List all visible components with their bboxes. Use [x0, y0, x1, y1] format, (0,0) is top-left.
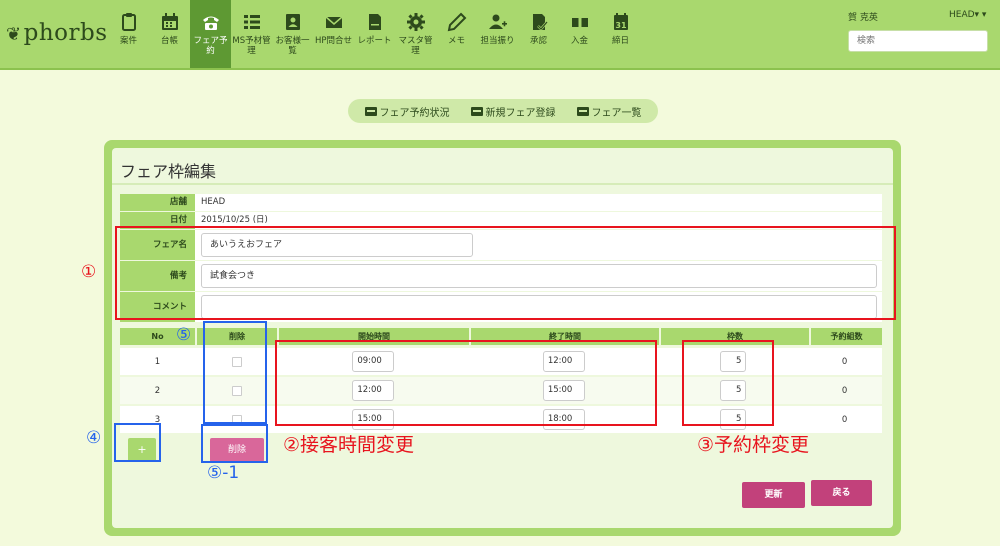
nav-label: 入金 [570, 36, 588, 46]
nav-label: マスタ管理 [398, 36, 433, 56]
sub-nav: フェア予約状況 新規フェア登録 フェア一覧 [348, 99, 658, 123]
col-reserved: 予約組数 [811, 328, 882, 345]
subnav-label: フェア予約状況 [379, 107, 450, 119]
reserved-count: 0 [841, 385, 848, 396]
phone-icon [201, 10, 221, 34]
reserved-count: 0 [841, 414, 848, 425]
nav-item-ms-material[interactable]: MS予材管理 [231, 0, 272, 68]
nav-item-closing-date[interactable]: 31 締日 [600, 0, 641, 68]
calendar-icon [160, 10, 180, 34]
nav-label: 担当振り [480, 36, 515, 46]
nav-label: 締日 [611, 36, 629, 46]
annotation-box-1 [115, 226, 896, 320]
search-input[interactable] [848, 30, 988, 52]
document-icon [365, 10, 385, 34]
page-title: フェア枠編集 [120, 162, 217, 181]
nav-item-customers[interactable]: お客様一覧 [272, 0, 313, 68]
svg-text:31: 31 [615, 21, 627, 30]
card-icon [576, 106, 589, 116]
nav-item-fair-reservation[interactable]: フェア予約 [190, 0, 231, 68]
nav-label: 承認 [529, 36, 547, 46]
annotation-box-4 [114, 423, 161, 462]
nav-item-report[interactable]: レポート [354, 0, 395, 68]
pencil-icon [447, 10, 467, 34]
store-value: HEAD [195, 194, 882, 211]
update-button[interactable]: 更新 [742, 482, 805, 508]
subnav-label: フェア一覧 [591, 107, 642, 119]
user-menu-dropdown[interactable]: HEAD▾ ▾ [949, 10, 986, 20]
annotation-label-4: ④ [86, 428, 102, 448]
logo[interactable]: ❦phorbs [6, 20, 108, 46]
row-no: 2 [154, 385, 161, 396]
nav-item-case[interactable]: 案件 [108, 0, 149, 68]
contact-card-icon [283, 10, 303, 34]
nav-label: お客様一覧 [275, 36, 310, 56]
nav-label: メモ [447, 36, 465, 46]
gear-icon [406, 10, 426, 34]
annotation-label-1: ① [81, 262, 97, 282]
annotation-label-5: ⑤ [176, 325, 192, 345]
calendar-day-icon: 31 [611, 10, 631, 34]
store-label: 店舗 [120, 194, 195, 211]
nav-item-memo[interactable]: メモ [436, 0, 477, 68]
annotation-box-5 [203, 321, 267, 424]
nav-label: HP問合せ [314, 36, 353, 46]
user-add-icon [488, 10, 508, 34]
subnav-label: 新規フェア登録 [485, 107, 556, 119]
card-icon [364, 106, 377, 116]
subnav-fair-status[interactable]: フェア予約状況 [364, 104, 450, 119]
nav-item-assign[interactable]: 担当振り [477, 0, 518, 68]
card-icon [470, 106, 483, 116]
nav-label: レポート [357, 36, 392, 46]
top-navbar: ❦phorbs 案件 台帳 フェア予約 MS予材管理 お客様一覧 HP問合せ レ… [0, 0, 1000, 70]
annotation-box-3 [682, 340, 774, 426]
back-button[interactable]: 戻る [811, 480, 872, 506]
nav-label: 案件 [119, 36, 137, 46]
main-nav: 案件 台帳 フェア予約 MS予材管理 お客様一覧 HP問合せ レポート マスタ管… [108, 0, 641, 68]
annotation-box-5-1 [201, 424, 268, 463]
annotation-box-2 [275, 340, 657, 426]
user-name[interactable]: 賀 克英 [848, 10, 878, 23]
store-row: 店舗 HEAD [120, 194, 882, 211]
nav-label: 台帳 [160, 36, 178, 46]
row-no: 1 [154, 356, 161, 367]
nav-item-master[interactable]: マスタ管理 [395, 0, 436, 68]
nav-item-hp-inquiry[interactable]: HP問合せ [313, 0, 354, 68]
subnav-new-fair[interactable]: 新規フェア登録 [470, 104, 556, 119]
annotation-label-5-1: ⑤-1 [207, 463, 240, 483]
subnav-fair-list[interactable]: フェア一覧 [576, 104, 642, 119]
nav-item-payment[interactable]: 入金 [559, 0, 600, 68]
nav-item-ledger[interactable]: 台帳 [149, 0, 190, 68]
money-icon [570, 10, 590, 34]
reserved-count: 0 [841, 356, 848, 367]
divider [112, 183, 893, 185]
clipboard-icon [119, 10, 139, 34]
nav-label: MS予材管理 [232, 36, 271, 56]
list-icon [242, 10, 262, 34]
logo-text: phorbs [23, 20, 108, 46]
nav-item-approve[interactable]: 承認 [518, 0, 559, 68]
envelope-icon [324, 10, 344, 34]
annotation-label-3: ③予約枠変更 [697, 434, 810, 456]
nav-label: フェア予約 [193, 36, 228, 56]
leaf-icon: ❦ [6, 24, 22, 45]
approve-icon [529, 10, 549, 34]
annotation-label-2: ②接客時間変更 [283, 434, 415, 456]
